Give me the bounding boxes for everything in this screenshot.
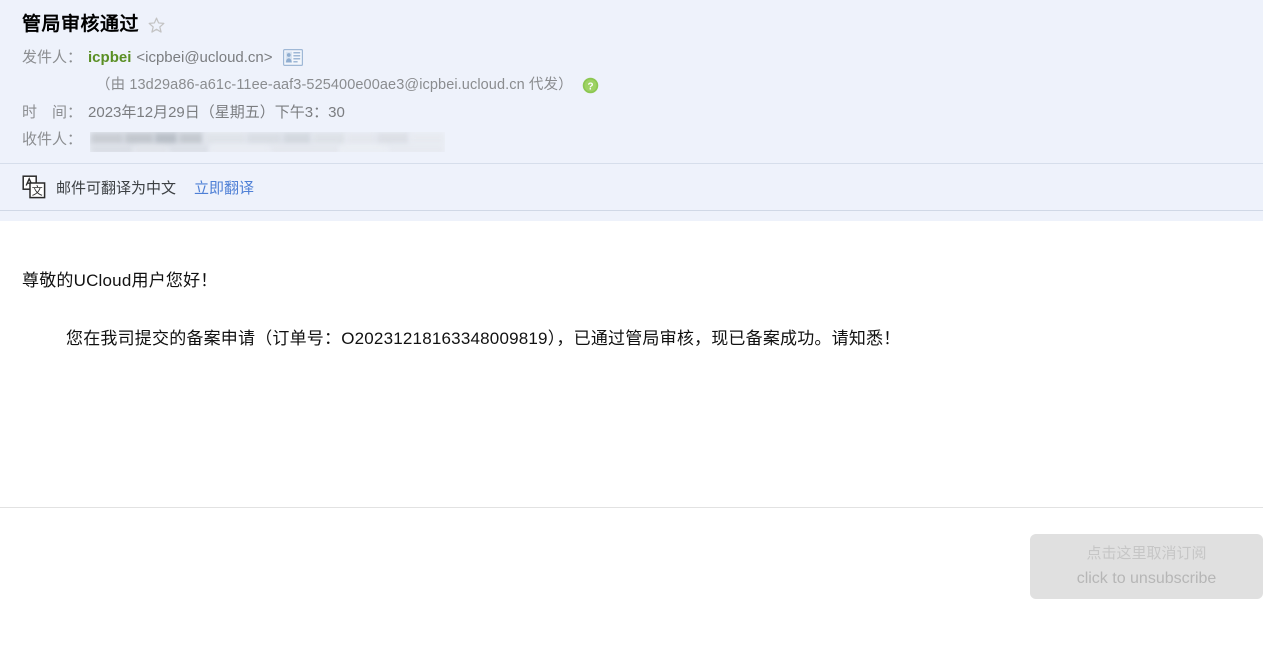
time-row: 时 间： 2023年12月29日（星期五）下午3：30	[0, 99, 1263, 126]
star-outline-icon[interactable]	[147, 16, 166, 35]
delegate-sender-text: （由 13d29a86-a61c-11ee-aaf3-525400e00ae3@…	[96, 77, 573, 93]
body-greeting: 尊敬的UCloud用户您好！	[22, 271, 218, 290]
unsubscribe-button[interactable]: 点击这里取消订阅 click to unsubscribe	[1030, 534, 1263, 599]
contact-card-icon[interactable]	[282, 49, 303, 66]
time-value: 2023年12月29日（星期五）下午3：30	[88, 104, 345, 121]
question-mark-icon[interactable]: ?	[582, 77, 599, 94]
recipient-redacted-value	[90, 132, 446, 152]
sender-name[interactable]: icpbei	[88, 44, 131, 71]
subject-row: 管局审核通过	[0, 12, 1263, 44]
recipient-label: 收件人：	[22, 131, 83, 148]
mail-body: 尊敬的UCloud用户您好！ 您在我司提交的备案申请（订单号：O20231218…	[0, 221, 1263, 507]
sender-row: 发件人： icpbei <icpbei@ucloud.cn>	[0, 44, 1263, 71]
translate-now-link[interactable]: 立即翻译	[194, 177, 254, 198]
svg-text:文: 文	[32, 184, 43, 198]
page-title: 管局审核通过	[22, 14, 140, 35]
sender-address: <icpbei@ucloud.cn>	[136, 49, 273, 66]
svg-text:?: ?	[587, 81, 593, 92]
time-label: 时 间：	[22, 104, 83, 121]
body-paragraph: 您在我司提交的备案申请（订单号：O20231218163348009819），已…	[66, 329, 901, 348]
unsubscribe-label-en: click to unsubscribe	[1076, 569, 1217, 587]
recipient-row: 收件人：	[0, 126, 1263, 153]
mail-footer: 点击这里取消订阅 click to unsubscribe	[0, 508, 1263, 637]
mail-header: 管局审核通过 发件人： icpbei <icpbei@ucloud.cn> （由…	[0, 0, 1263, 221]
sender-value: icpbei <icpbei@ucloud.cn>	[88, 44, 303, 71]
unsubscribe-label-cn: 点击这里取消订阅	[1086, 544, 1207, 562]
translate-icon: 文	[22, 175, 46, 199]
translate-bar: 文 邮件可翻译为中文 立即翻译	[0, 163, 1263, 211]
delegate-sender-row: （由 13d29a86-a61c-11ee-aaf3-525400e00ae3@…	[0, 71, 1263, 99]
sender-label: 发件人：	[22, 49, 83, 66]
translate-prompt-text: 邮件可翻译为中文	[56, 179, 177, 197]
